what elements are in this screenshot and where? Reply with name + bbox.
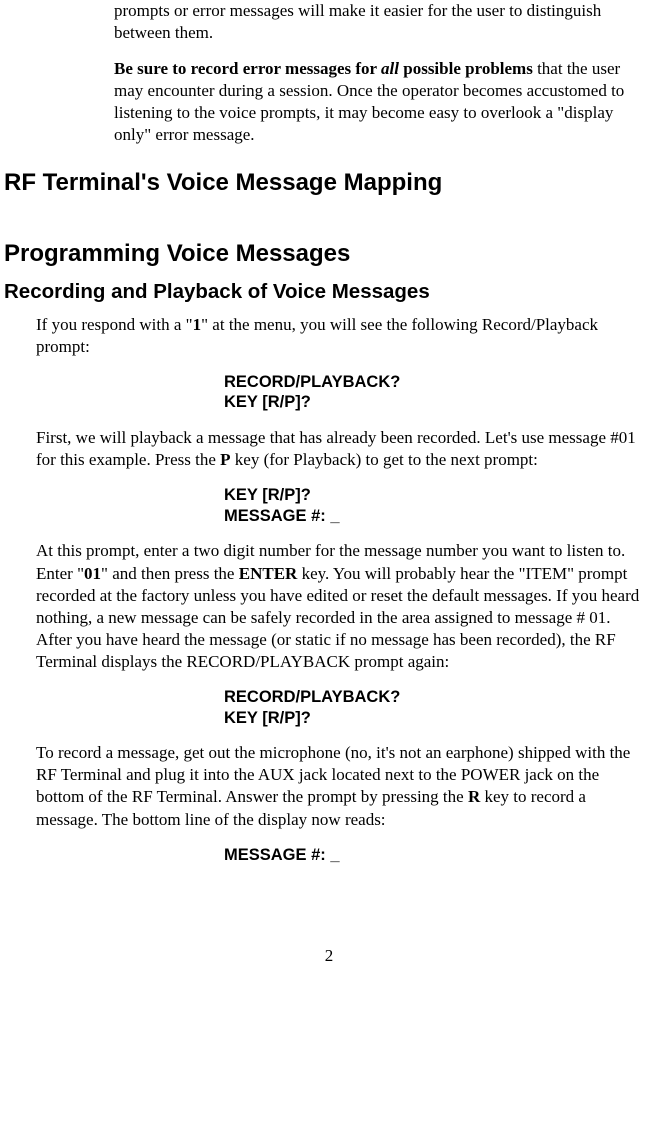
para-playback: First, we will playback a message that h… — [36, 427, 648, 471]
text-bold: Be sure to record error messages for — [114, 59, 381, 78]
heading-programming: Programming Voice Messages — [4, 238, 654, 269]
page-number: 2 — [4, 945, 654, 967]
prompt-line: KEY [R/P]? — [224, 708, 654, 729]
para-record: To record a message, get out the microph… — [36, 742, 648, 830]
prompt-line: RECORD/PLAYBACK? — [224, 687, 654, 708]
prompt-line: KEY [R/P]? — [224, 392, 654, 413]
text-bold: 1 — [193, 315, 202, 334]
para-respond: If you respond with a "1" at the menu, y… — [36, 314, 648, 358]
text: key (for Playback) to get to the next pr… — [231, 450, 538, 469]
prompt-line: RECORD/PLAYBACK? — [224, 372, 654, 393]
heading-voice-mapping: RF Terminal's Voice Message Mapping — [4, 167, 654, 198]
prompt-block-3: RECORD/PLAYBACK? KEY [R/P]? — [224, 687, 654, 728]
prompt-line: KEY [R/P]? — [224, 485, 654, 506]
text: If you respond with a " — [36, 315, 193, 334]
para-warning: Be sure to record error messages for all… — [114, 58, 648, 146]
prompt-line: MESSAGE #: _ — [224, 506, 654, 527]
text: " and then press the — [101, 564, 239, 583]
prompt-line: MESSAGE #: _ — [224, 845, 654, 866]
subheading-recording-playback: Recording and Playback of Voice Messages — [4, 279, 654, 306]
prompt-block-2: KEY [R/P]? MESSAGE #: _ — [224, 485, 654, 526]
text-bold-italic: all — [381, 59, 399, 78]
prompt-block-1: RECORD/PLAYBACK? KEY [R/P]? — [224, 372, 654, 413]
text-bold: 01 — [84, 564, 101, 583]
para-enter-number: At this prompt, enter a two digit number… — [36, 540, 648, 673]
text: prompts or error messages will make it e… — [114, 1, 601, 42]
text-bold: ENTER — [239, 564, 298, 583]
text-bold: P — [220, 450, 230, 469]
text-bold: possible problems — [399, 59, 533, 78]
para-intro-continued: prompts or error messages will make it e… — [114, 0, 648, 44]
prompt-block-4: MESSAGE #: _ — [224, 845, 654, 866]
text-bold: R — [468, 787, 480, 806]
